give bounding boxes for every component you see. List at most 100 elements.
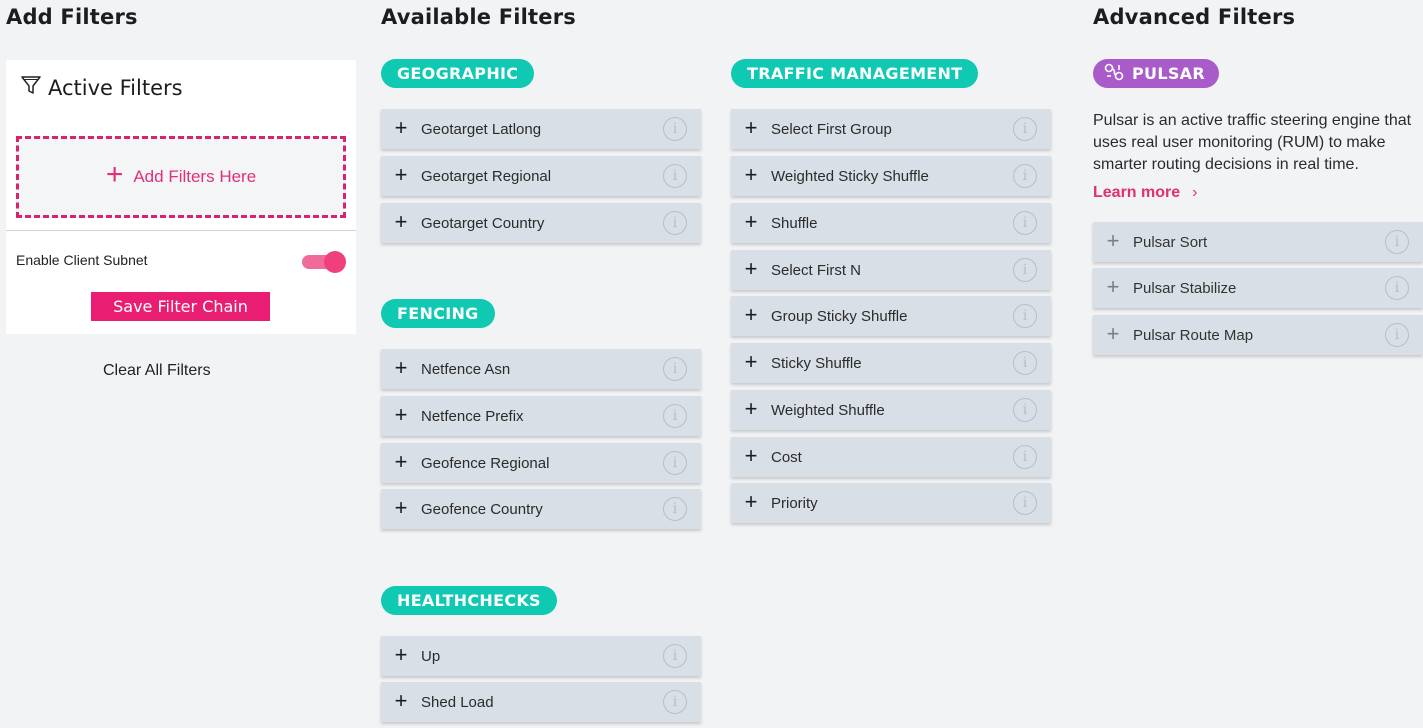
filter-geotarget-latlong[interactable]: + Geotarget Latlong i	[381, 109, 701, 149]
info-icon[interactable]: i	[663, 211, 687, 235]
save-filter-chain-button[interactable]: Save Filter Chain	[91, 292, 270, 321]
info-icon[interactable]: i	[663, 117, 687, 141]
filter-label: Shed Load	[421, 693, 494, 711]
filter-label: Select First N	[771, 261, 862, 279]
plus-icon: +	[744, 115, 758, 140]
filter-label: Geofence Country	[421, 500, 543, 518]
funnel-icon	[20, 74, 42, 101]
plus-icon: +	[744, 209, 758, 234]
info-icon[interactable]: i	[663, 644, 687, 668]
filter-netfence-asn[interactable]: + Netfence Asn i	[381, 349, 701, 389]
filter-pulsar-stabilize[interactable]: + Pulsar Stabilize i	[1093, 268, 1423, 308]
filter-sticky-shuffle[interactable]: + Sticky Shuffle i	[731, 343, 1051, 383]
plus-icon: +	[394, 355, 408, 380]
pulsar-description: Pulsar is an active traffic steering eng…	[1093, 112, 1412, 173]
filter-label: Weighted Sticky Shuffle	[771, 167, 929, 185]
filter-label: Weighted Shuffle	[771, 401, 885, 419]
filter-geotarget-regional[interactable]: + Geotarget Regional i	[381, 156, 701, 196]
info-icon[interactable]: i	[1013, 117, 1037, 141]
info-icon[interactable]: i	[1013, 211, 1037, 235]
category-traffic-management: TRAFFIC MANAGEMENT	[731, 59, 979, 88]
plus-icon: +	[744, 396, 758, 421]
add-filters-heading: Add Filters	[6, 5, 138, 29]
plus-icon: +	[744, 302, 758, 327]
info-icon[interactable]: i	[663, 690, 687, 714]
filter-shed-load[interactable]: + Shed Load i	[381, 682, 701, 722]
advanced-filters-heading: Advanced Filters	[1093, 5, 1296, 29]
plus-icon: +	[744, 349, 758, 374]
filter-label: Select First Group	[771, 120, 892, 138]
info-icon[interactable]: i	[1013, 304, 1037, 328]
plus-icon: +	[394, 115, 408, 140]
filter-select-first-group[interactable]: + Select First Group i	[731, 109, 1051, 149]
client-subnet-label: Enable Client Subnet	[16, 252, 148, 268]
filter-pulsar-route-map[interactable]: + Pulsar Route Map i	[1093, 315, 1423, 355]
dropzone-label: Add Filters Here	[133, 167, 257, 186]
filter-cost[interactable]: + Cost i	[731, 437, 1051, 477]
available-filters-heading: Available Filters	[381, 5, 576, 29]
info-icon[interactable]: i	[663, 451, 687, 475]
plus-icon: +	[744, 162, 758, 187]
filter-label: Pulsar Route Map	[1133, 326, 1254, 344]
client-subnet-toggle[interactable]	[302, 251, 348, 273]
filter-geofence-country[interactable]: + Geofence Country i	[381, 489, 701, 529]
plus-icon: +	[394, 642, 408, 667]
filter-weighted-shuffle[interactable]: + Weighted Shuffle i	[731, 390, 1051, 430]
filter-label: Geotarget Country	[421, 214, 545, 232]
info-icon[interactable]: i	[1385, 323, 1409, 347]
info-icon[interactable]: i	[663, 357, 687, 381]
info-icon[interactable]: i	[1013, 445, 1037, 469]
toggle-knob	[324, 251, 346, 273]
learn-more-link[interactable]: Learn more ›	[1093, 184, 1197, 202]
plus-icon: +	[394, 688, 408, 713]
filter-label: Geotarget Regional	[421, 167, 552, 185]
filter-priority[interactable]: + Priority i	[731, 483, 1051, 523]
info-icon[interactable]: i	[1013, 491, 1037, 515]
category-healthchecks: HEALTHCHECKS	[381, 586, 557, 615]
filter-label: Cost	[771, 448, 802, 466]
plus-icon: +	[1106, 274, 1120, 299]
filter-label: Netfence Asn	[421, 360, 511, 378]
clear-all-filters-link[interactable]: Clear All Filters	[103, 362, 211, 380]
info-icon[interactable]: i	[1385, 276, 1409, 300]
info-icon[interactable]: i	[1385, 230, 1409, 254]
info-icon[interactable]: i	[1013, 258, 1037, 282]
info-icon[interactable]: i	[1013, 351, 1037, 375]
plus-icon: +	[394, 449, 408, 474]
info-icon[interactable]: i	[1013, 164, 1037, 188]
filter-netfence-prefix[interactable]: + Netfence Prefix i	[381, 396, 701, 436]
filter-label: Pulsar Stabilize	[1133, 279, 1237, 297]
filter-shuffle[interactable]: + Shuffle i	[731, 203, 1051, 243]
filter-label: Geotarget Latlong	[421, 120, 542, 138]
active-filters-title-text: Active Filters	[48, 75, 183, 100]
filter-pulsar-sort[interactable]: + Pulsar Sort i	[1093, 222, 1423, 262]
active-filters-panel: Active Filters + Add Filters Here Enable…	[6, 60, 356, 334]
learn-more-label: Learn more	[1093, 184, 1181, 201]
filter-weighted-sticky-shuffle[interactable]: + Weighted Sticky Shuffle i	[731, 156, 1051, 196]
filter-geofence-regional[interactable]: + Geofence Regional i	[381, 443, 701, 483]
filter-up[interactable]: + Up i	[381, 636, 701, 676]
pulsar-pill-label: PULSAR	[1132, 64, 1205, 83]
filter-geotarget-country[interactable]: + Geotarget Country i	[381, 203, 701, 243]
info-icon[interactable]: i	[663, 404, 687, 428]
plus-icon: +	[394, 495, 408, 520]
filter-dropzone[interactable]: + Add Filters Here	[16, 136, 346, 218]
plus-icon: +	[1106, 321, 1120, 346]
info-icon[interactable]: i	[1013, 398, 1037, 422]
plus-icon: +	[744, 256, 758, 281]
plus-icon: +	[744, 443, 758, 468]
filter-select-first-n[interactable]: + Select First N i	[731, 250, 1051, 290]
pulsar-icon	[1103, 62, 1125, 86]
filter-label: Netfence Prefix	[421, 407, 524, 425]
category-geographic: GEOGRAPHIC	[381, 59, 535, 88]
info-icon[interactable]: i	[663, 497, 687, 521]
filter-label: Geofence Regional	[421, 454, 550, 472]
filter-label: Shuffle	[771, 214, 818, 232]
info-icon[interactable]: i	[663, 164, 687, 188]
filter-group-sticky-shuffle[interactable]: + Group Sticky Shuffle i	[731, 296, 1051, 336]
category-fencing: FENCING	[381, 299, 495, 328]
filter-label: Up	[421, 647, 441, 665]
plus-icon: +	[394, 162, 408, 187]
filter-label: Sticky Shuffle	[771, 354, 862, 372]
filter-label: Priority	[771, 494, 818, 512]
